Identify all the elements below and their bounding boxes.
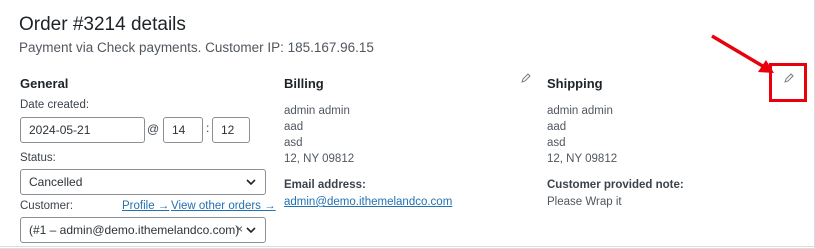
minute-input[interactable]: 12 bbox=[212, 117, 250, 143]
customer-selected-value: (#1 – admin@demo.ithemelandco.com) bbox=[29, 223, 240, 237]
status-selected-value: Cancelled bbox=[29, 175, 83, 189]
customer-note-label: Customer provided note: bbox=[547, 179, 684, 191]
shipping-heading: Shipping bbox=[547, 76, 603, 91]
customer-note-value: Please Wrap it bbox=[547, 196, 622, 208]
general-heading: General bbox=[20, 76, 69, 91]
view-other-orders-link[interactable]: View other orders → bbox=[171, 200, 276, 212]
billing-address-line: asd bbox=[284, 137, 303, 149]
customer-label: Customer: bbox=[20, 200, 74, 212]
order-title: Order #3214 details bbox=[19, 14, 186, 35]
order-subtitle: Payment via Check payments. Customer IP:… bbox=[19, 40, 374, 55]
billing-address: admin admin aad asd 12, NY 09812 bbox=[284, 103, 354, 167]
annotation-highlight-box bbox=[769, 63, 807, 102]
date-created-label: Date created: bbox=[20, 99, 90, 111]
date-at-separator: @ bbox=[147, 122, 160, 136]
hour-input[interactable]: 14 bbox=[163, 117, 203, 143]
status-label: Status: bbox=[20, 152, 56, 164]
shipping-address: admin admin aad asd 12, NY 09812 bbox=[547, 103, 617, 167]
clear-customer-icon[interactable]: × bbox=[236, 222, 243, 236]
status-select[interactable]: Cancelled bbox=[20, 169, 266, 195]
billing-address-line: aad bbox=[284, 121, 304, 133]
billing-address-line: 12, NY 09812 bbox=[284, 153, 355, 165]
chevron-down-icon bbox=[246, 227, 256, 234]
date-created-input[interactable]: 2024-05-21 bbox=[20, 117, 145, 143]
shipping-address-line: admin admin bbox=[547, 105, 613, 117]
pencil-icon[interactable] bbox=[521, 73, 531, 83]
billing-email-label: Email address: bbox=[284, 179, 366, 191]
billing-email-link[interactable]: admin@demo.ithemelandco.com bbox=[284, 196, 452, 208]
billing-heading: Billing bbox=[284, 76, 324, 91]
panel-bottom-border bbox=[0, 246, 815, 247]
time-colon-separator: : bbox=[206, 121, 210, 135]
shipping-address-line: asd bbox=[547, 137, 566, 149]
shipping-address-line: aad bbox=[547, 121, 567, 133]
billing-address-line: admin admin bbox=[284, 105, 350, 117]
shipping-address-line: 12, NY 09812 bbox=[547, 153, 618, 165]
customer-profile-link[interactable]: Profile → bbox=[122, 200, 169, 212]
chevron-down-icon bbox=[246, 179, 256, 186]
customer-select[interactable]: (#1 – admin@demo.ithemelandco.com) × bbox=[20, 217, 266, 243]
